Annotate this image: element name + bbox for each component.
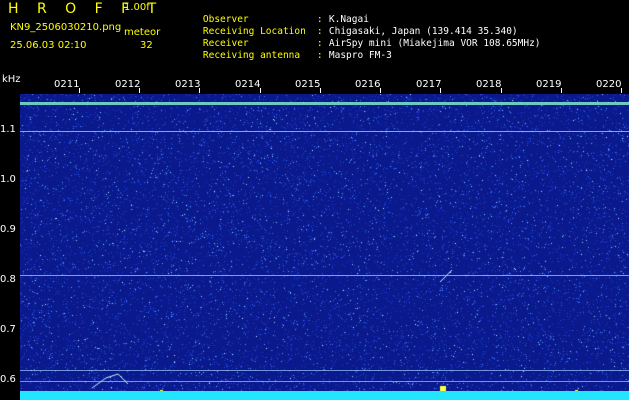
meta-key: Receiving antenna (202, 50, 301, 61)
meta-row-antenna: Receiving antenna: Maspro FM-3 (202, 50, 392, 61)
waterfall-noise (20, 94, 629, 400)
time-tick-label: 0214 (235, 79, 261, 90)
time-tick-mark (621, 88, 622, 93)
freq-tick-label: 1.0 (0, 174, 16, 185)
freq-tick-label: 0.7 (0, 324, 16, 335)
time-tick-label: 0220 (596, 79, 622, 90)
time-tick-mark (79, 88, 80, 93)
header-panel: H R O F F T 1.00f KN9_2506030210.png met… (0, 0, 629, 76)
signal-line (20, 275, 629, 276)
version-label: 1.00f (124, 2, 150, 13)
time-tick-mark (320, 88, 321, 93)
time-tick-label: 0212 (115, 79, 141, 90)
filename-label: KN9_2506030210.png (10, 22, 122, 33)
time-tick-label: 0215 (295, 79, 321, 90)
time-tick-mark (199, 88, 200, 93)
y-axis-unit: kHz (2, 74, 21, 85)
noise-baseline-band (20, 391, 629, 400)
datetime-label: 25.06.03 02:10 (10, 40, 87, 51)
time-tick-mark (139, 88, 140, 93)
gridline (20, 370, 629, 371)
meta-value: Maspro FM-3 (328, 50, 392, 61)
time-tick-mark (501, 88, 502, 93)
time-tick-label: 0216 (355, 79, 381, 90)
gridline (20, 381, 629, 382)
freq-tick-label: 0.9 (0, 224, 16, 235)
time-tick-label: 0217 (416, 79, 442, 90)
carrier-line (20, 102, 629, 105)
time-tick-label: 0211 (54, 79, 80, 90)
time-tick-mark (380, 88, 381, 93)
count-label: 32 (140, 40, 153, 51)
freq-tick-label: 0.8 (0, 274, 16, 285)
time-tick-label: 0219 (536, 79, 562, 90)
time-tick-label: 0218 (476, 79, 502, 90)
time-tick-mark (561, 88, 562, 93)
gridline (20, 131, 629, 132)
waterfall-spectrogram (20, 94, 629, 400)
time-axis: 0211 0212 0213 0214 0215 0216 0217 0218 … (20, 76, 629, 94)
freq-tick-label: 1.1 (0, 124, 16, 135)
freq-tick-label: 0.6 (0, 374, 16, 385)
time-tick-mark (260, 88, 261, 93)
time-tick-label: 0213 (175, 79, 201, 90)
time-tick-mark (440, 88, 441, 93)
mode-label: meteor (124, 27, 161, 38)
